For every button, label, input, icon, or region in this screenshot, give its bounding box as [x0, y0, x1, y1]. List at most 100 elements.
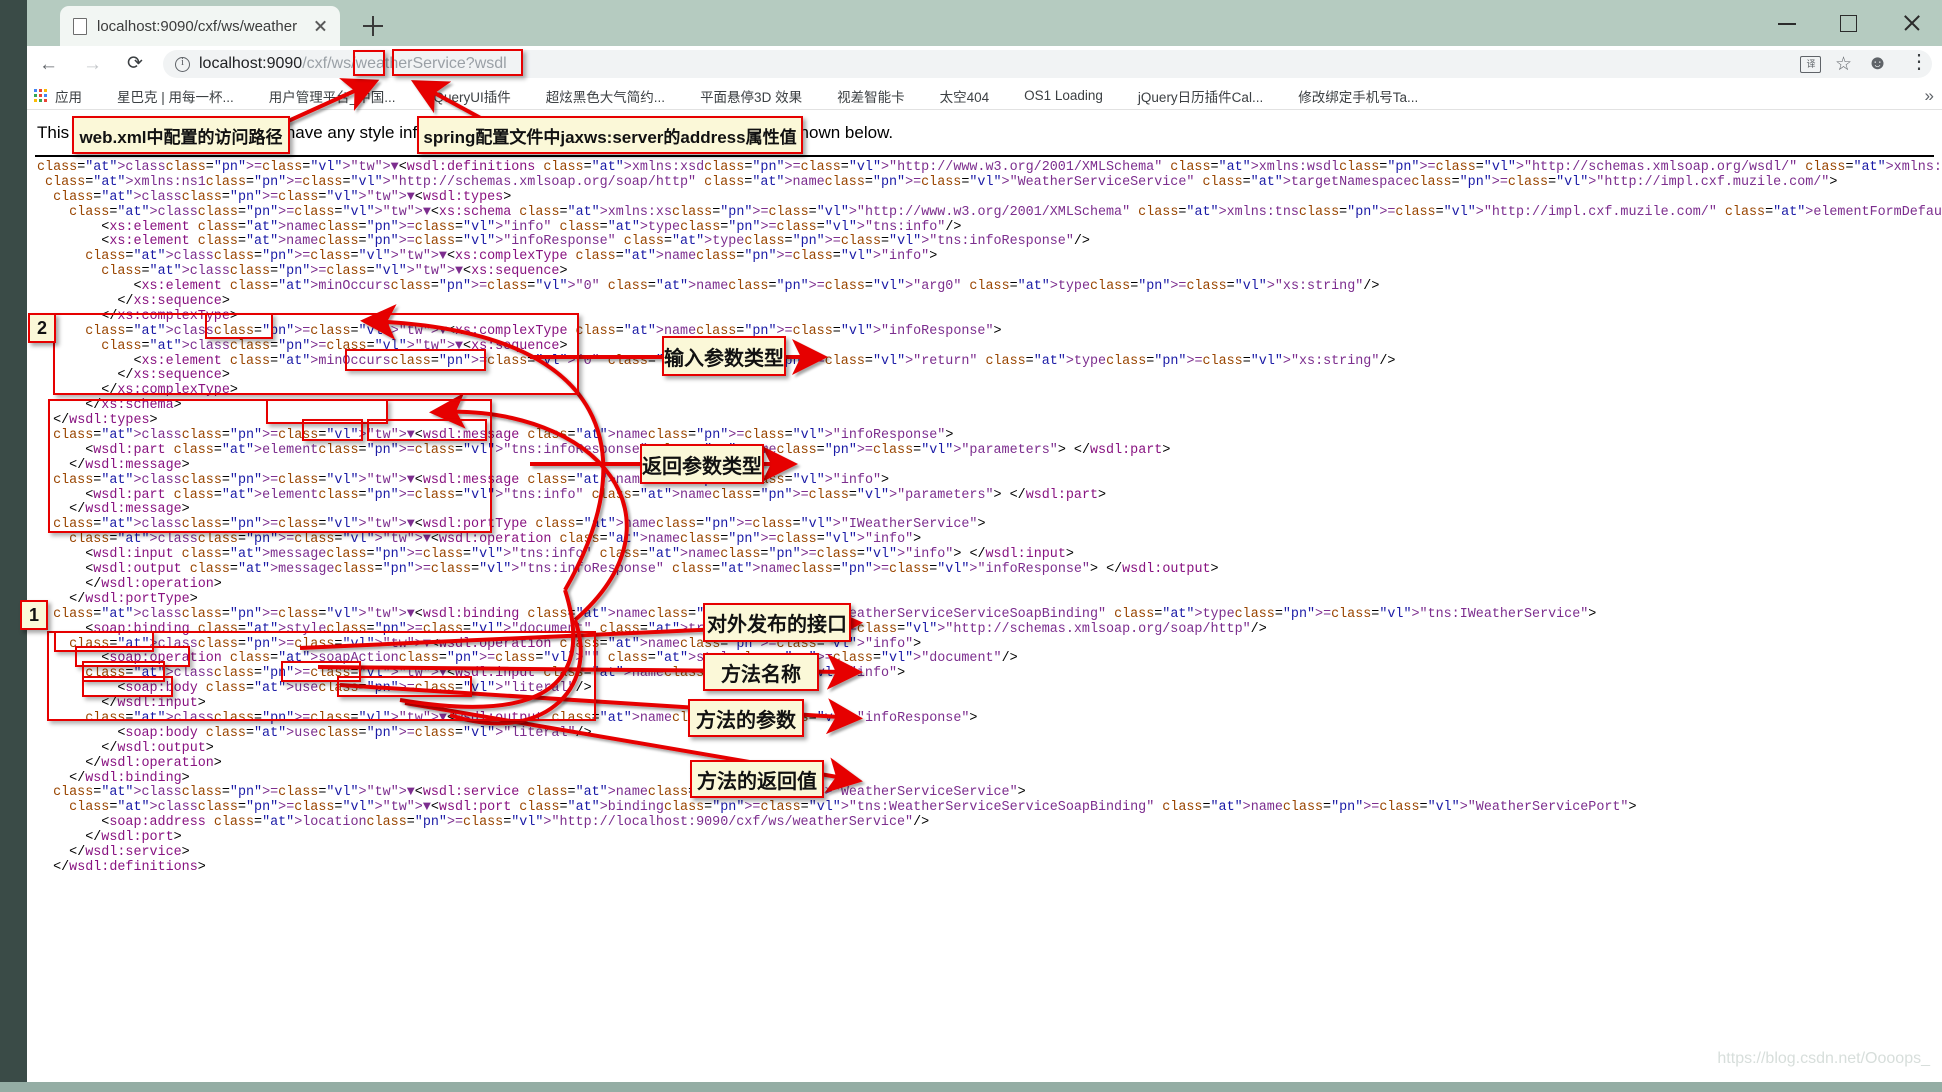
new-tab-button[interactable] — [357, 10, 389, 42]
profile-button[interactable]: ☻ — [1862, 49, 1896, 79]
xml-line: </wsdl:service> — [69, 844, 190, 860]
forward-arrow-icon: → — [83, 54, 102, 75]
bookmark-item[interactable]: 星巴克 | 用每一杯... — [95, 86, 234, 106]
browser-menu-button[interactable]: ⋮ — [1896, 49, 1930, 79]
xml-line: </xs:sequence> — [117, 294, 230, 310]
xml-line: </wsdl:portType> — [69, 591, 198, 607]
xml-line: </wsdl:input> — [101, 696, 206, 712]
xml-line: </wsdl:binding> — [69, 770, 190, 786]
window-left-edge — [0, 0, 27, 1092]
bookmark-button[interactable]: ☆ — [1828, 49, 1862, 79]
xml-line: <xs:element class="at">minOccursclass="p… — [133, 279, 1380, 295]
bookmarks-overflow-icon[interactable]: » — [1925, 86, 1934, 106]
url-path: /cxf/ws/weatherService?wsdl — [302, 55, 507, 72]
bookmark-label: 应用 — [55, 89, 82, 105]
xml-line: </wsdl:types> — [53, 413, 158, 429]
xml-line: class="at">classclass="pn">=class="vl">"… — [85, 710, 978, 726]
bookmark-item[interactable]: 超炫黑色大气简约... — [524, 86, 665, 106]
xml-line: class="at">classclass="pn">=class="vl">"… — [53, 189, 512, 205]
xml-line: </xs:schema> — [85, 398, 182, 414]
xml-line: class="at">classclass="pn">=class="vl">"… — [69, 532, 922, 548]
opera-red-icon — [815, 87, 832, 104]
xml-line: <soap:operation class="at">soapActioncla… — [101, 651, 1018, 667]
xml-line: class="at">classclass="pn">=class="vl">"… — [69, 636, 922, 652]
starbucks-icon — [95, 87, 112, 104]
address-bar[interactable]: localhost:9090/cxf/ws/weatherService?wsd… — [163, 50, 1932, 78]
toolbar-actions: 译 ☆ ☻ ⋮ — [1794, 46, 1942, 82]
bookmark-item[interactable]: 太空404 — [918, 86, 990, 106]
opera-red-icon — [524, 87, 541, 104]
bookmark-item[interactable]: 修改绑定手机号Ta... — [1276, 86, 1418, 106]
divider — [35, 155, 1934, 157]
reload-button[interactable]: ⟳ — [115, 46, 159, 82]
bookmark-item[interactable]: OS1 Loading — [1002, 87, 1103, 104]
bookmark-label: 修改绑定手机号Ta... — [1298, 89, 1419, 105]
bookmark-label: 视差智能卡 — [837, 89, 905, 105]
bookmark-item[interactable]: 用户管理平台_中国... — [247, 86, 396, 106]
browser-window: localhost:9090/cxf/ws/weather ← → ⟳ loca… — [0, 0, 1942, 1092]
opera-red-icon — [1276, 87, 1293, 104]
window-bottom-edge — [0, 1082, 1942, 1092]
page-content: This XML file does not appear to have an… — [27, 111, 1942, 1082]
minimize-icon[interactable] — [1756, 0, 1818, 46]
xml-line: class="at">classclass="pn">=class="vl">"… — [69, 204, 1942, 220]
xml-line: </wsdl:operation> — [85, 755, 222, 771]
xml-line: class="at">classclass="pn">=class="vl">"… — [85, 249, 938, 265]
translate-button[interactable]: 译 — [1794, 49, 1828, 79]
xml-line: <wsdl:output class="at">messageclass="pn… — [85, 562, 1219, 578]
xml-line: class="at">classclass="pn">=class="vl">"… — [69, 800, 1637, 816]
xml-line: <wsdl:input class="at">messageclass="pn"… — [85, 547, 1074, 563]
watermark-text: https://blog.csdn.net/Oooops_ — [1717, 1050, 1930, 1067]
bookmark-item[interactable]: 应用 — [33, 86, 82, 106]
tab-title: localhost:9090/cxf/ws/weather — [97, 17, 298, 35]
bookmark-label: jQuery日历插件Cal... — [1137, 89, 1264, 105]
xml-line: </wsdl:message> — [69, 502, 190, 518]
site-info-icon[interactable] — [175, 56, 190, 72]
xml-line: <soap:binding class="at">styleclass="pn"… — [85, 621, 1267, 637]
xml-line: class="at">classclass="pn">=class="vl">"… — [53, 785, 1026, 801]
xml-line: <xs:element class="at">nameclass="pn">=c… — [101, 219, 962, 235]
browser-tab[interactable]: localhost:9090/cxf/ws/weather — [60, 6, 340, 46]
maximize-icon[interactable] — [1818, 0, 1880, 46]
xml-line: </wsdl:definitions> — [53, 859, 206, 875]
apps-grid-icon — [33, 87, 50, 104]
opera-red-icon — [918, 87, 935, 104]
xml-line: class="at">classclass="pn">=class="vl">"… — [101, 264, 568, 280]
window-close-icon[interactable] — [1880, 0, 1942, 46]
bookmark-item[interactable]: jQuery日历插件Cal... — [1116, 86, 1263, 106]
back-button[interactable]: ← — [27, 46, 71, 82]
bookmark-label: 用户管理平台_中国... — [268, 89, 396, 105]
opera-red-icon — [1116, 87, 1133, 104]
xml-line: <soap:body class="at">useclass="pn">=cla… — [117, 725, 592, 741]
opera-red-icon — [678, 87, 695, 104]
close-icon[interactable] — [310, 15, 332, 37]
kebab-menu-icon: ⋮ — [1909, 51, 1929, 73]
xml-line: </wsdl:operation> — [85, 576, 222, 592]
bookmark-label: jQueryUI插件 — [430, 89, 511, 105]
xml-line: </wsdl:message> — [69, 457, 190, 473]
xml-line: <wsdl:part class="at">elementclass="pn">… — [85, 442, 1171, 458]
xml-line: <xs:element class="at">nameclass="pn">=c… — [101, 234, 1090, 250]
url-host: localhost:9090 — [199, 55, 303, 72]
xml-line: </xs:complexType> — [101, 308, 238, 324]
navigation-toolbar: ← → ⟳ localhost:9090/cxf/ws/weatherServi… — [27, 46, 1942, 82]
bookmark-item[interactable]: 平面悬停3D 效果 — [678, 86, 802, 106]
forward-button[interactable]: → — [71, 46, 115, 82]
xml-line: class="at">classclass="pn">=class="vl">"… — [53, 606, 1597, 622]
reload-icon: ⟳ — [127, 53, 143, 74]
xml-line: class="at">classclass="pn">=class="vl">"… — [85, 323, 1002, 339]
bookmark-item[interactable]: 视差智能卡 — [815, 86, 905, 106]
xml-line: class="at">classclass="pn">=class="vl">"… — [53, 517, 986, 533]
xml-line: class="at">classclass="pn">=class="vl">"… — [53, 428, 954, 444]
xml-line: </xs:sequence> — [117, 368, 230, 384]
building-icon — [247, 87, 264, 104]
tab-strip: localhost:9090/cxf/ws/weather — [27, 0, 1942, 46]
xml-line: class="at">classclass="pn">=class="vl">"… — [101, 338, 568, 354]
xml-document-tree[interactable]: class="at">classclass="pn">=class="vl">"… — [37, 160, 1942, 876]
bookmark-item[interactable]: jQueryUI插件 — [409, 86, 511, 106]
page-file-icon — [72, 17, 88, 35]
opera-red-icon — [409, 87, 426, 104]
xml-line: class="at">classclass="pn">=class="vl">"… — [85, 666, 906, 682]
bookmark-label: 星巴克 | 用每一杯... — [117, 89, 234, 105]
translate-icon: 译 — [1800, 56, 1821, 73]
